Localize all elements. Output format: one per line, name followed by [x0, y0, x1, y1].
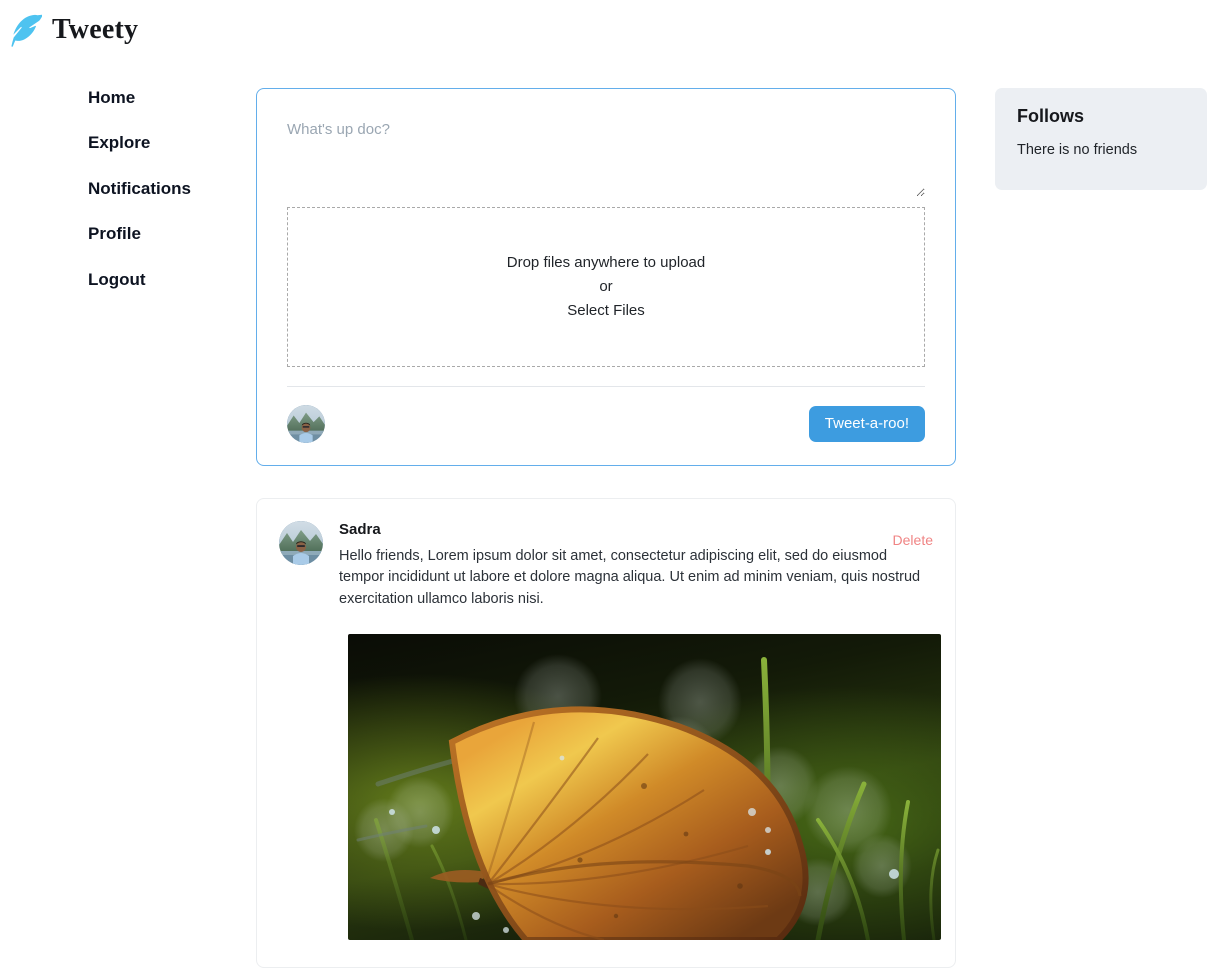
file-dropzone[interactable]: Drop files anywhere to upload or Select … [287, 207, 925, 367]
follows-empty-message: There is no friends [1017, 141, 1138, 158]
brand-logo[interactable]: Tweety [8, 12, 138, 48]
sidebar-item-notifications[interactable]: Notifications [88, 179, 238, 199]
compose-tweet-card: Drop files anywhere to upload or Select … [256, 88, 956, 466]
post-author-name: Sadra [339, 521, 381, 538]
compose-divider [287, 386, 925, 387]
post-text: Hello friends, Lorem ipsum dolor sit ame… [339, 548, 921, 607]
compose-avatar [287, 405, 325, 443]
post-author-avatar [279, 521, 323, 565]
post-delete-button[interactable]: Delete [893, 532, 933, 549]
compose-footer: Tweet-a-roo! [287, 401, 925, 447]
post-content: Sadra Delete Hello friends, Lorem ipsum … [339, 521, 933, 610]
follows-title: Follows [1017, 106, 1084, 126]
sidebar-item-profile[interactable]: Profile [88, 224, 238, 244]
tweet-post-card: Sadra Delete Hello friends, Lorem ipsum … [256, 498, 956, 968]
follows-panel: Follows There is no friends [995, 88, 1207, 190]
brand-title: Tweety [52, 14, 139, 45]
sidebar-nav: Home Explore Notifications Profile Logou… [88, 88, 238, 290]
sidebar-item-logout[interactable]: Logout [88, 270, 238, 290]
post-attached-image [348, 634, 941, 940]
sidebar-item-home[interactable]: Home [88, 88, 238, 108]
post-header: Sadra Delete Hello friends, Lorem ipsum … [279, 521, 933, 610]
dropzone-instruction: Drop files anywhere to upload [506, 254, 706, 271]
feather-icon [8, 12, 43, 48]
sidebar-item-explore[interactable]: Explore [88, 133, 238, 153]
dropzone-or-separator: or [599, 278, 613, 295]
select-files-link[interactable]: Select Files [567, 299, 645, 323]
compose-textarea[interactable] [287, 119, 925, 197]
tweet-submit-button[interactable]: Tweet-a-roo! [808, 406, 925, 442]
